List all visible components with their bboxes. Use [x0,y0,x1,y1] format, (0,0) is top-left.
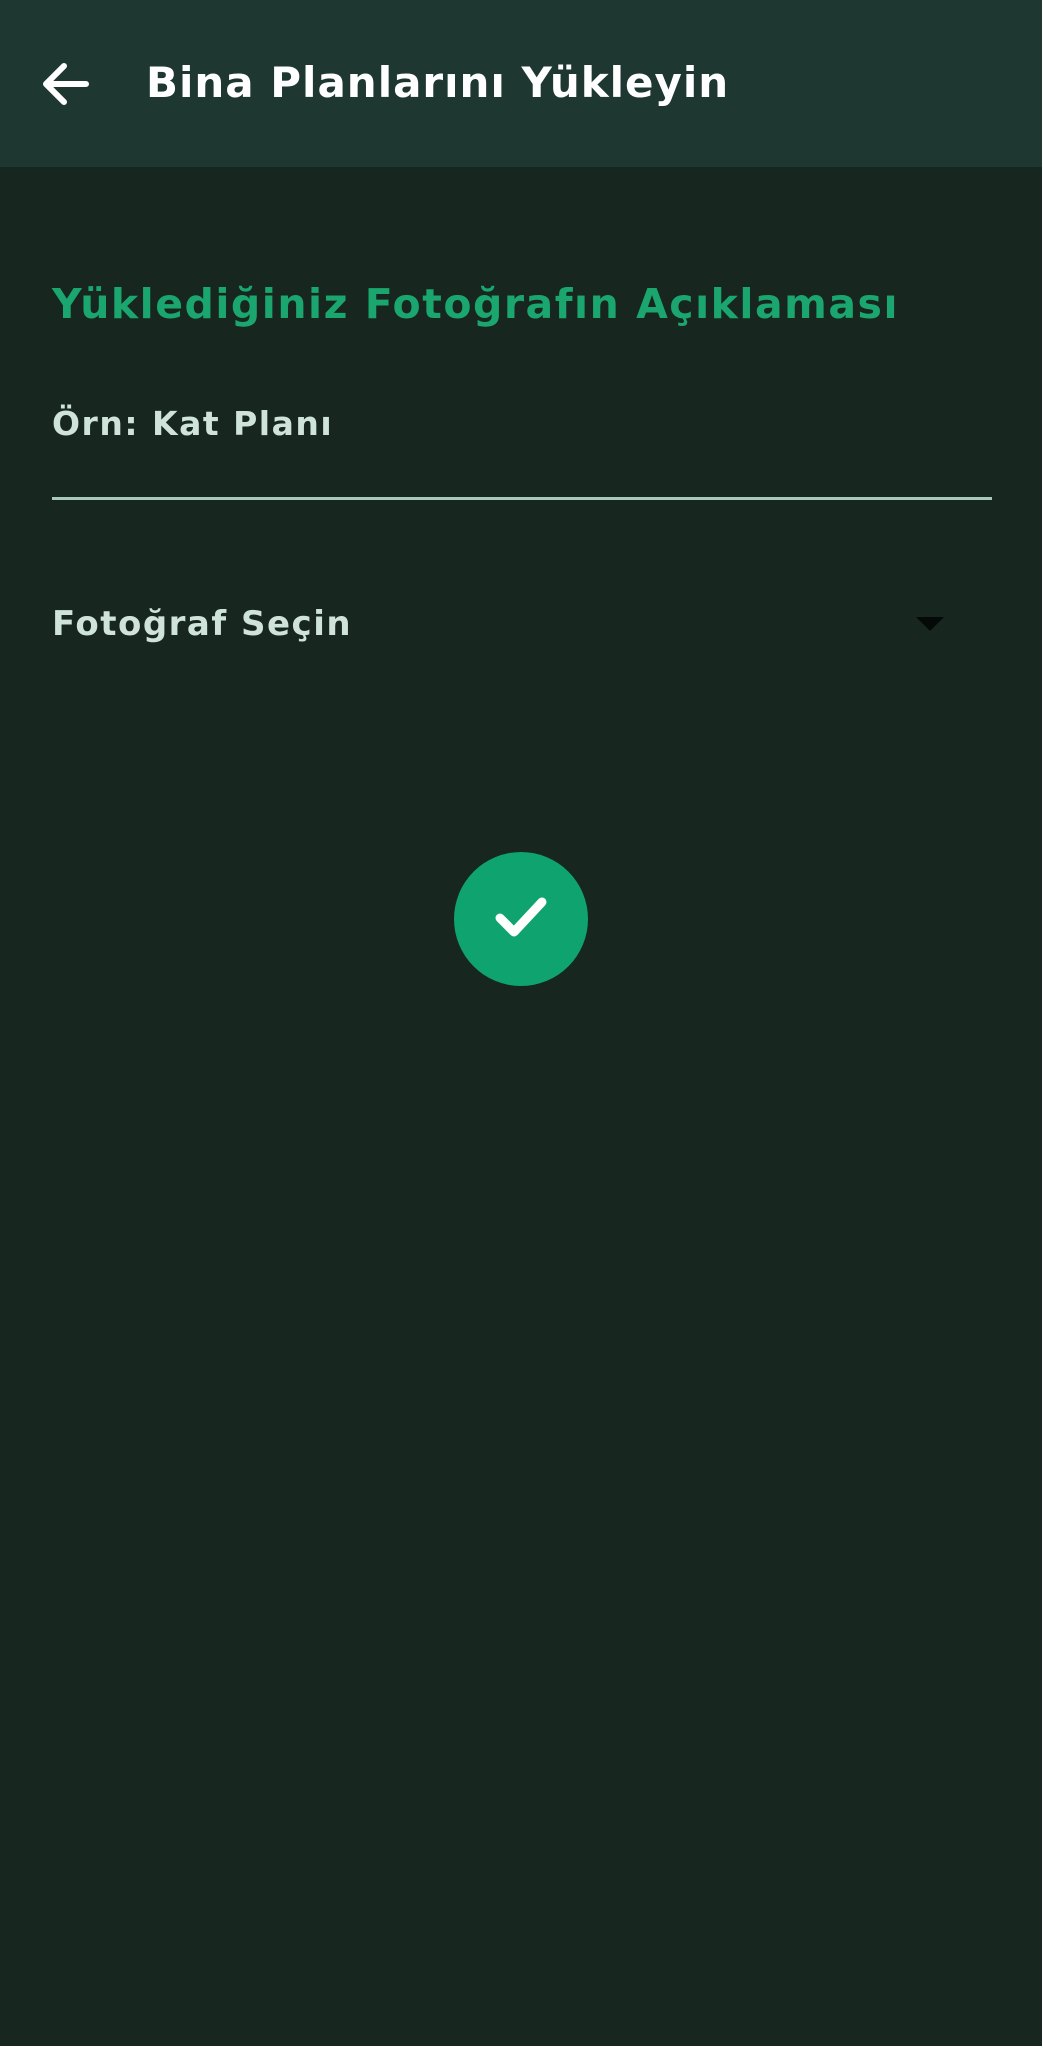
app-bar: Bina Planlarını Yükleyin [0,0,1043,167]
caret-down-icon [916,617,944,631]
section-title: Yüklediğiniz Fotoğrafın Açıklaması [52,280,899,328]
description-input[interactable] [52,396,992,500]
photo-select-dropdown[interactable]: Fotoğraf Seçin [52,588,952,660]
dropdown-label: Fotoğraf Seçin [52,604,353,644]
page-title: Bina Planlarını Yükleyin [146,58,730,107]
back-button[interactable] [24,44,108,128]
upload-plans-screen: Bina Planlarını Yükleyin Yüklediğiniz Fo… [0,0,1043,2048]
confirm-button[interactable] [454,852,588,986]
check-icon [488,884,554,954]
arrow-left-icon [36,54,96,118]
